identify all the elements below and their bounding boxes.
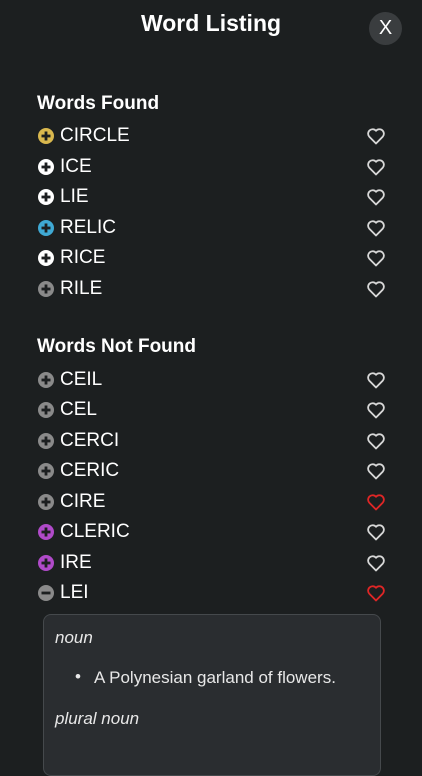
heart-outline-icon[interactable] bbox=[366, 218, 386, 238]
word-label: RELIC bbox=[60, 217, 116, 238]
minus-circle-gray-icon[interactable] bbox=[38, 585, 54, 601]
plus-circle-purple-icon[interactable] bbox=[38, 524, 54, 540]
word-row[interactable]: CIRE bbox=[37, 487, 387, 517]
word-label: LEI bbox=[60, 582, 89, 603]
plus-circle-white-icon[interactable] bbox=[38, 250, 54, 266]
definition-box: noun • A Polynesian garland of flowers. … bbox=[43, 614, 381, 776]
heart-outline-icon[interactable] bbox=[366, 553, 386, 573]
words-found-heading: Words Found bbox=[37, 93, 160, 114]
word-row[interactable]: LEI bbox=[37, 578, 387, 608]
plus-circle-gray-icon[interactable] bbox=[38, 372, 54, 388]
word-label: RILE bbox=[60, 278, 103, 299]
word-row[interactable]: ICE bbox=[37, 152, 387, 182]
word-label: CIRE bbox=[60, 491, 106, 512]
word-row[interactable]: CLERIC bbox=[37, 517, 387, 547]
word-row[interactable]: CERIC bbox=[37, 456, 387, 486]
word-label: CERIC bbox=[60, 460, 120, 481]
word-label: CERCI bbox=[60, 430, 120, 451]
heart-outline-icon[interactable] bbox=[366, 248, 386, 268]
definition-part-of-speech: noun bbox=[55, 628, 93, 647]
word-row[interactable]: LIE bbox=[37, 182, 387, 212]
word-label: LIE bbox=[60, 186, 89, 207]
heart-outline-icon[interactable] bbox=[366, 370, 386, 390]
word-row[interactable]: CERCI bbox=[37, 426, 387, 456]
heart-outline-icon[interactable] bbox=[366, 279, 386, 299]
word-row[interactable]: IRE bbox=[37, 548, 387, 578]
heart-outline-icon[interactable] bbox=[366, 157, 386, 177]
plus-circle-gray-icon[interactable] bbox=[38, 281, 54, 297]
plus-circle-white-icon[interactable] bbox=[38, 159, 54, 175]
heart-outline-icon[interactable] bbox=[366, 431, 386, 451]
heart-outline-icon[interactable] bbox=[366, 400, 386, 420]
heart-outline-icon[interactable] bbox=[366, 522, 386, 542]
word-row[interactable]: RILE bbox=[37, 274, 387, 304]
plus-circle-purple-icon[interactable] bbox=[38, 555, 54, 571]
word-row[interactable]: RICE bbox=[37, 243, 387, 273]
word-row[interactable]: CEL bbox=[37, 395, 387, 425]
word-row[interactable]: CEIL bbox=[37, 365, 387, 395]
word-label: ICE bbox=[60, 156, 92, 177]
heart-outline-icon[interactable] bbox=[366, 187, 386, 207]
word-label: CEL bbox=[60, 399, 97, 420]
plus-circle-blue-icon[interactable] bbox=[38, 220, 54, 236]
word-label: CLERIC bbox=[60, 521, 130, 542]
word-row[interactable]: RELIC bbox=[37, 213, 387, 243]
heart-outline-icon[interactable] bbox=[366, 126, 386, 146]
word-label: IRE bbox=[60, 552, 92, 573]
word-label: CIRCLE bbox=[60, 125, 130, 146]
plus-circle-white-icon[interactable] bbox=[38, 189, 54, 205]
bullet-icon: • bbox=[75, 667, 81, 686]
plus-circle-yellow-icon[interactable] bbox=[38, 128, 54, 144]
word-label: CEIL bbox=[60, 369, 103, 390]
words-not-found-heading: Words Not Found bbox=[37, 336, 197, 357]
plus-circle-gray-icon[interactable] bbox=[38, 463, 54, 479]
word-label: RICE bbox=[60, 247, 106, 268]
definition-text: A Polynesian garland of flowers. bbox=[94, 668, 336, 687]
heart-outline-icon[interactable] bbox=[366, 461, 386, 481]
definition-part-of-speech: plural noun bbox=[55, 709, 140, 728]
word-row[interactable]: CIRCLE bbox=[37, 121, 387, 151]
plus-circle-gray-icon[interactable] bbox=[38, 433, 54, 449]
close-button[interactable]: X bbox=[369, 12, 402, 45]
heart-red-icon[interactable] bbox=[366, 583, 386, 603]
plus-circle-gray-icon[interactable] bbox=[38, 494, 54, 510]
heart-red-icon[interactable] bbox=[366, 492, 386, 512]
plus-circle-gray-icon[interactable] bbox=[38, 402, 54, 418]
page-title: Word Listing bbox=[140, 10, 282, 36]
